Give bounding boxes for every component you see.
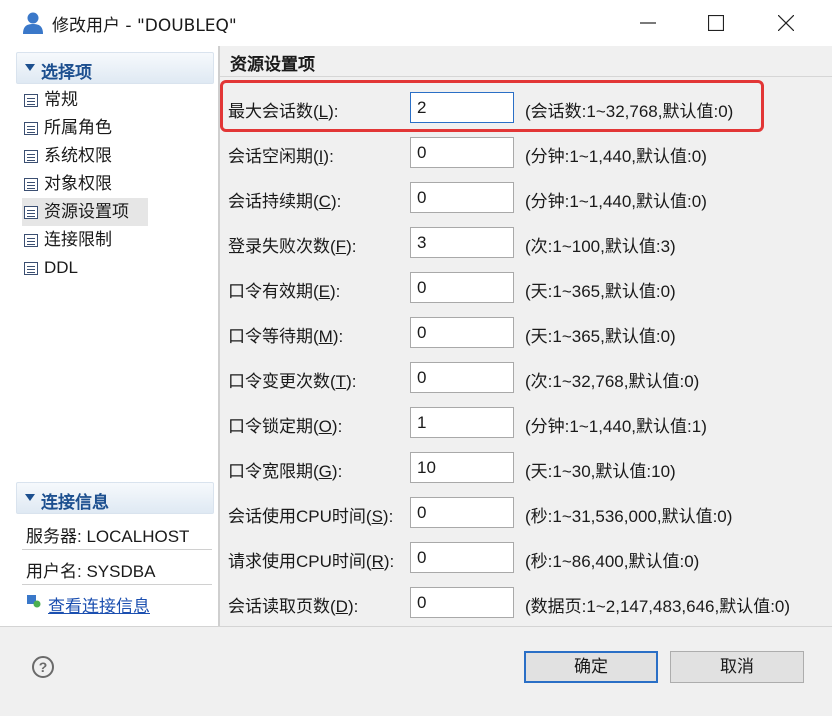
value-input[interactable]: [410, 227, 514, 258]
nav-item-ddl[interactable]: DDL: [22, 254, 222, 282]
field-label: 登录失败次数(F):: [228, 237, 357, 256]
value-input[interactable]: [410, 587, 514, 618]
field-label: 口令等待期(M):: [228, 327, 344, 346]
form-row: 请求使用CPU时间(R): (秒:1~86,400,默认值:0): [220, 542, 832, 574]
range-hint: (分钟:1~1,440,默认值:1): [525, 417, 707, 436]
document-icon: [24, 206, 38, 219]
form-row: 口令有效期(E): (天:1~365,默认值:0): [220, 272, 832, 304]
left-panel: 选择项 常规 所属角色 系统权限 对象权限 资源设置项 连接限制 DDL 连接信…: [12, 46, 218, 626]
close-button[interactable]: [756, 0, 816, 46]
range-hint: (次:1~32,768,默认值:0): [525, 372, 700, 391]
connection-info-icon: [27, 595, 41, 608]
server-info: 服务器: LOCALHOST: [26, 527, 190, 546]
divider: [220, 76, 832, 77]
document-icon: [24, 178, 38, 191]
divider: [22, 549, 212, 550]
field-label: 会话读取页数(D):: [228, 597, 359, 616]
nav-item-resource-settings[interactable]: 资源设置项: [22, 198, 148, 226]
document-icon: [24, 94, 38, 107]
field-label: 口令有效期(E):: [228, 282, 341, 301]
value-input[interactable]: [410, 137, 514, 168]
field-label: 会话使用CPU时间(S):: [228, 507, 394, 526]
field-label: 会话持续期(C):: [228, 192, 342, 211]
highlight-box: [220, 80, 764, 132]
button-bar: ? 确定 取消: [0, 627, 832, 716]
value-input[interactable]: [410, 182, 514, 213]
field-label: 口令锁定期(O):: [228, 417, 343, 436]
nav-item-system-privileges[interactable]: 系统权限: [22, 142, 222, 170]
section-heading: 资源设置项: [230, 55, 315, 75]
form-row: 会话使用CPU时间(S): (秒:1~31,536,000,默认值:0): [220, 497, 832, 529]
close-icon: [778, 15, 794, 31]
value-input[interactable]: [410, 497, 514, 528]
field-label: 口令宽限期(G):: [228, 462, 343, 481]
nav-item-general[interactable]: 常规: [22, 86, 222, 114]
range-hint: (天:1~30,默认值:10): [525, 462, 676, 481]
collapse-triangle-icon: [25, 64, 35, 71]
minimize-icon: [640, 22, 656, 24]
divider: [22, 584, 212, 585]
connection-section-header[interactable]: 连接信息: [16, 482, 214, 514]
form-row: 口令变更次数(T): (次:1~32,768,默认值:0): [220, 362, 832, 394]
collapse-triangle-icon: [25, 494, 35, 501]
cancel-button[interactable]: 取消: [670, 651, 804, 683]
value-input[interactable]: [410, 407, 514, 438]
field-label: 请求使用CPU时间(R):: [228, 552, 395, 571]
document-icon: [24, 234, 38, 247]
nav-item-roles[interactable]: 所属角色: [22, 114, 222, 142]
range-hint: (分钟:1~1,440,默认值:0): [525, 192, 707, 211]
title-bar: 修改用户 - "DOUBLEQ": [0, 0, 832, 46]
nav-list: 常规 所属角色 系统权限 对象权限 资源设置项 连接限制 DDL: [22, 86, 222, 282]
minimize-button[interactable]: [618, 0, 678, 46]
user-icon: [23, 12, 43, 34]
value-input[interactable]: [410, 272, 514, 303]
range-hint: (天:1~365,默认值:0): [525, 327, 676, 346]
range-hint: (秒:1~31,536,000,默认值:0): [525, 507, 733, 526]
view-connection-info-link[interactable]: 查看连接信息: [26, 592, 150, 617]
field-label: 会话空闲期(I):: [228, 147, 334, 166]
document-icon: [24, 150, 38, 163]
range-hint: (天:1~365,默认值:0): [525, 282, 676, 301]
maximize-button[interactable]: [686, 0, 746, 46]
form-row: 口令锁定期(O): (分钟:1~1,440,默认值:1): [220, 407, 832, 439]
field-label: 口令变更次数(T):: [228, 372, 357, 391]
window-title: 修改用户 - "DOUBLEQ": [52, 16, 237, 36]
range-hint: (分钟:1~1,440,默认值:0): [525, 147, 707, 166]
document-icon: [24, 262, 38, 275]
user-info: 用户名: SYSDBA: [26, 562, 156, 581]
value-input[interactable]: [410, 362, 514, 393]
document-icon: [24, 122, 38, 135]
ok-button[interactable]: 确定: [524, 651, 658, 683]
form-row: 登录失败次数(F): (次:1~100,默认值:3): [220, 227, 832, 259]
form-row: 口令宽限期(G): (天:1~30,默认值:10): [220, 452, 832, 484]
nav-item-connection-limits[interactable]: 连接限制: [22, 226, 222, 254]
value-input[interactable]: [410, 542, 514, 573]
value-input[interactable]: [410, 317, 514, 348]
help-icon[interactable]: ?: [32, 656, 54, 678]
selection-section-header[interactable]: 选择项: [16, 52, 214, 84]
resource-settings-panel: 资源设置项 最大会话数(L):(会话数:1~32,768,默认值:0)会话空闲期…: [220, 46, 832, 626]
value-input[interactable]: [410, 452, 514, 483]
maximize-icon: [708, 15, 724, 31]
range-hint: (数据页:1~2,147,483,646,默认值:0): [525, 597, 791, 616]
form-row: 口令等待期(M): (天:1~365,默认值:0): [220, 317, 832, 349]
range-hint: (次:1~100,默认值:3): [525, 237, 676, 256]
form-row: 会话持续期(C): (分钟:1~1,440,默认值:0): [220, 182, 832, 214]
nav-item-object-privileges[interactable]: 对象权限: [22, 170, 222, 198]
range-hint: (秒:1~86,400,默认值:0): [525, 552, 700, 571]
form-row: 会话空闲期(I): (分钟:1~1,440,默认值:0): [220, 137, 832, 169]
form-row: 会话读取页数(D): (数据页:1~2,147,483,646,默认值:0): [220, 587, 832, 619]
